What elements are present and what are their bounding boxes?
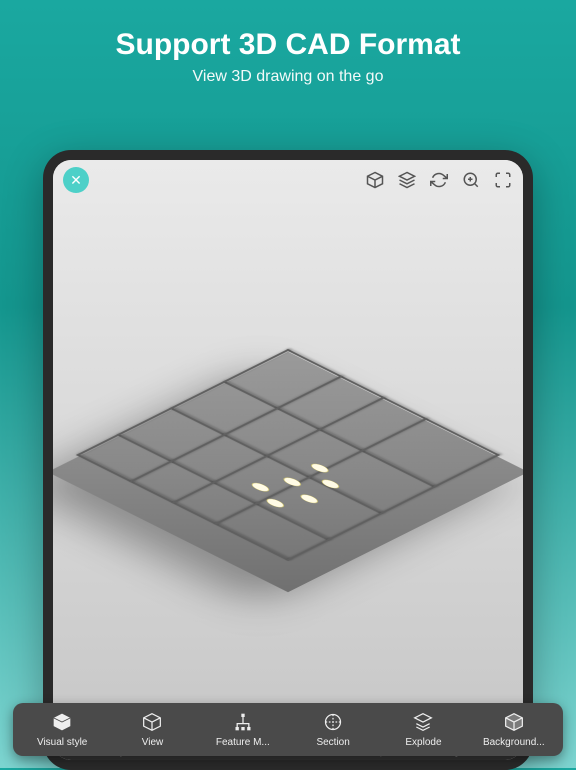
- tool-background[interactable]: Background...: [474, 711, 554, 748]
- tool-label: View: [142, 737, 164, 748]
- close-button[interactable]: ✕: [63, 167, 89, 193]
- cube-solid-icon: [51, 711, 73, 733]
- cube-icon[interactable]: [365, 170, 385, 190]
- building-model: [78, 262, 498, 682]
- close-icon: ✕: [70, 172, 82, 189]
- tool-section[interactable]: Section: [293, 711, 373, 748]
- zoom-icon[interactable]: [461, 170, 481, 190]
- tablet-frame: ✕ Visual style: [43, 150, 533, 770]
- viewer-topbar: ✕: [53, 160, 523, 200]
- cad-viewport[interactable]: [53, 160, 523, 760]
- background-icon: [503, 711, 525, 733]
- tree-icon: [232, 711, 254, 733]
- section-icon: [322, 711, 344, 733]
- tool-label: Section: [316, 737, 349, 748]
- topbar-actions: [365, 170, 513, 190]
- app-screen: ✕ Visual style: [53, 160, 523, 760]
- explode-icon: [412, 711, 434, 733]
- promo-subtitle: View 3D drawing on the go: [20, 68, 556, 86]
- tool-view[interactable]: View: [112, 711, 192, 748]
- promo-title: Support 3D CAD Format: [20, 28, 556, 62]
- layers-icon[interactable]: [397, 170, 417, 190]
- tool-label: Visual style: [37, 737, 87, 748]
- tool-feature-manager[interactable]: Feature M...: [203, 711, 283, 748]
- fullscreen-icon[interactable]: [493, 170, 513, 190]
- tool-visual-style[interactable]: Visual style: [22, 711, 102, 748]
- cube-wire-icon: [141, 711, 163, 733]
- refresh-icon[interactable]: [429, 170, 449, 190]
- tool-label: Explode: [405, 737, 441, 748]
- tool-explode[interactable]: Explode: [383, 711, 463, 748]
- promo-header: Support 3D CAD Format View 3D drawing on…: [0, 0, 576, 98]
- bottom-toolbar: Visual style View Feature M... Section E…: [13, 703, 563, 756]
- tool-label: Background...: [483, 737, 545, 748]
- tool-label: Feature M...: [216, 737, 270, 748]
